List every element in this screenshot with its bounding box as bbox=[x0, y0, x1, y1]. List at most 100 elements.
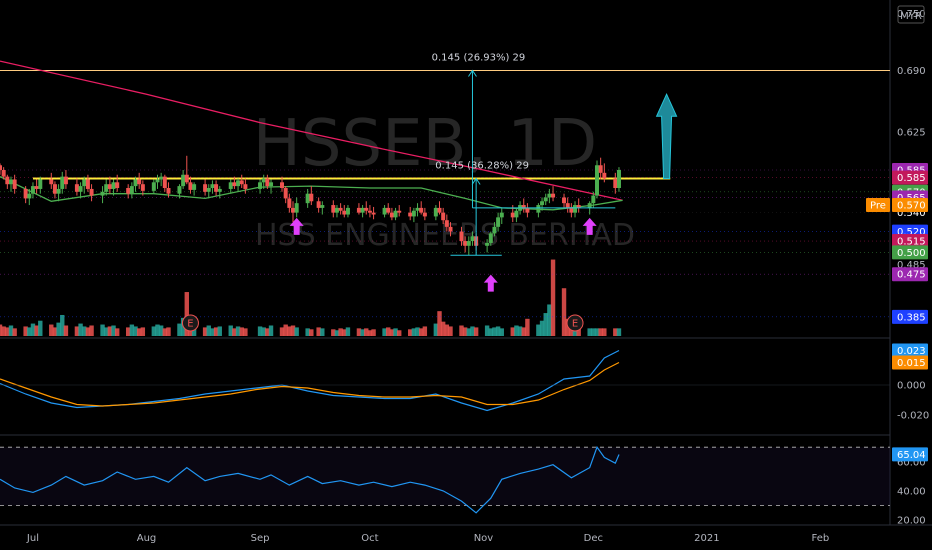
candle-body bbox=[56, 188, 61, 194]
volume-bar bbox=[320, 328, 325, 336]
candle-body bbox=[228, 182, 233, 189]
candle-body bbox=[525, 207, 530, 213]
signal-line bbox=[0, 361, 620, 407]
candle-body bbox=[294, 203, 299, 213]
time-tick-label: Jul bbox=[26, 533, 39, 544]
candle-body bbox=[334, 207, 339, 213]
candle-body bbox=[82, 179, 87, 187]
candle-body bbox=[316, 201, 321, 208]
candle-body bbox=[107, 184, 112, 189]
candle-body bbox=[12, 179, 17, 189]
candle-body bbox=[280, 182, 285, 188]
macd-pane bbox=[0, 349, 890, 412]
volume-bar bbox=[309, 329, 314, 336]
candle-body bbox=[115, 182, 120, 188]
candle-body bbox=[137, 179, 142, 185]
candle-body bbox=[126, 188, 131, 194]
volume-bar bbox=[371, 329, 376, 336]
volume-bar bbox=[63, 325, 69, 336]
candle-body bbox=[100, 191, 105, 196]
candle-body bbox=[287, 198, 292, 208]
candle-body bbox=[85, 179, 90, 189]
candle-body bbox=[63, 176, 68, 185]
volume-bar bbox=[473, 327, 479, 336]
volume-bar bbox=[217, 326, 222, 336]
volume-bars bbox=[0, 259, 622, 336]
volume-bar bbox=[397, 330, 402, 336]
volume-bar bbox=[166, 327, 171, 336]
candle-body bbox=[342, 210, 347, 215]
currency-label: MYR bbox=[900, 11, 922, 22]
candle-body bbox=[510, 212, 515, 218]
candle-body bbox=[203, 184, 208, 192]
time-tick-label: 2021 bbox=[694, 533, 719, 544]
candle-body bbox=[411, 210, 416, 217]
time-tick-label: Sep bbox=[251, 533, 270, 544]
candle-body bbox=[258, 182, 263, 189]
volume-bar bbox=[243, 328, 248, 336]
candle-body bbox=[492, 226, 497, 234]
candle-body bbox=[210, 184, 215, 188]
candle-body bbox=[598, 165, 603, 173]
candle-body bbox=[562, 197, 567, 204]
candle-body bbox=[184, 174, 189, 183]
candle-body bbox=[151, 182, 156, 191]
volume-bar bbox=[550, 259, 556, 336]
candle-body bbox=[422, 212, 427, 217]
candle-body bbox=[49, 179, 54, 185]
candle-body bbox=[52, 184, 57, 194]
volume-bar bbox=[345, 327, 351, 336]
candle-body bbox=[371, 212, 376, 215]
price-tick-label: 0.690 bbox=[897, 66, 926, 77]
candle-body bbox=[291, 207, 296, 213]
candle-body bbox=[540, 201, 545, 206]
measure-label: 0.145 (26.93%) 29 bbox=[432, 53, 526, 64]
candle-body bbox=[8, 179, 13, 185]
candle-body bbox=[232, 182, 237, 187]
candle-body bbox=[364, 207, 369, 211]
candle-body bbox=[356, 207, 361, 213]
volume-bar bbox=[525, 318, 530, 336]
time-tick-label: Oct bbox=[361, 533, 378, 544]
candle-body bbox=[547, 193, 552, 198]
candle-body bbox=[441, 212, 446, 221]
rsi-band bbox=[0, 447, 890, 506]
volume-bar bbox=[616, 328, 622, 336]
candle-body bbox=[305, 193, 310, 204]
candle-body bbox=[166, 188, 171, 194]
time-tick-label: Aug bbox=[137, 533, 157, 544]
macd-tick-label: 0.000 bbox=[897, 381, 926, 392]
candle-body bbox=[177, 186, 182, 194]
candle-body bbox=[217, 188, 222, 192]
candle-body bbox=[573, 205, 578, 213]
candle-body bbox=[320, 205, 325, 208]
time-axis: Jul Aug Sep Oct Nov Dec 2021 Feb bbox=[26, 533, 829, 544]
candle-body bbox=[602, 172, 607, 179]
candle-body bbox=[89, 188, 94, 196]
candle-body bbox=[536, 205, 541, 213]
macd-badge-text: 0.023 bbox=[897, 346, 926, 357]
volume-bar bbox=[422, 326, 428, 336]
candle-body bbox=[74, 184, 79, 192]
pre-tag-text: Pre bbox=[870, 201, 886, 212]
candle-body bbox=[331, 205, 336, 213]
candle-body bbox=[444, 220, 449, 227]
candle-body bbox=[23, 188, 28, 199]
candle-body bbox=[140, 184, 145, 191]
candle-body bbox=[393, 210, 398, 218]
macd-tick-label: -0.020 bbox=[897, 411, 929, 422]
candle-body bbox=[565, 203, 570, 208]
volume-bar bbox=[115, 328, 120, 336]
candle-body bbox=[309, 193, 314, 202]
volume-bar bbox=[12, 328, 17, 336]
candle-body bbox=[162, 176, 167, 188]
candle-body bbox=[104, 184, 109, 192]
time-tick-label: Nov bbox=[474, 533, 494, 544]
candle-body bbox=[206, 188, 211, 192]
earnings-label: E bbox=[187, 319, 193, 330]
rsi-tick-label: 20.00 bbox=[897, 516, 926, 527]
candle-body bbox=[283, 188, 288, 199]
candle-body bbox=[543, 197, 548, 202]
price-badge-text: 0.585 bbox=[897, 173, 926, 184]
candle-body bbox=[155, 179, 160, 183]
